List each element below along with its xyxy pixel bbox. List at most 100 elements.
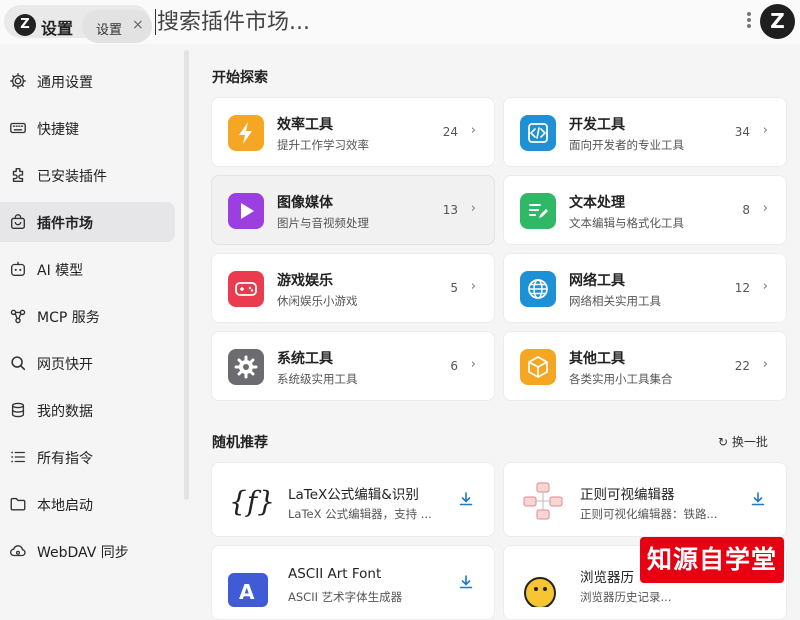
refresh-icon: ↻ [718, 435, 729, 449]
box-icon [520, 349, 556, 385]
shopping-bag-icon [11, 214, 25, 229]
download-icon[interactable] [458, 491, 474, 507]
main-content: 开始探索 效率工具 提升工作学习效率 24 › 开发工具 面向开发者的专业工具 … [196, 44, 800, 620]
chevron-right-icon: › [470, 279, 476, 294]
recommend-card-ascii[interactable]: A ASCII Art Font ASCII 艺术字体生成器 [211, 545, 495, 620]
category-desc: 文本编辑与格式化工具 [569, 216, 684, 230]
download-icon[interactable] [750, 491, 766, 507]
recommend-desc: LaTeX 公式编辑器，支持 ... [288, 507, 432, 521]
category-count: 22 [734, 359, 750, 373]
category-desc: 网络相关实用工具 [569, 294, 661, 308]
recommend-card-latex[interactable]: {f} LaTeX公式编辑&识别 LaTeX 公式编辑器，支持 ... [211, 462, 495, 537]
edit-icon [520, 193, 556, 229]
settings-icon [228, 349, 264, 385]
category-desc: 图片与音视频处理 [277, 216, 369, 230]
category-card-dev[interactable]: 开发工具 面向开发者的专业工具 34 › [503, 97, 787, 167]
section-title-recommend: 随机推荐 [212, 435, 268, 451]
watermark-badge: 知源自学堂 [640, 537, 784, 583]
avatar[interactable]: Z [760, 4, 795, 39]
sidebar-item-label: MCP 服务 [37, 310, 100, 326]
recommend-name: 正则可视编辑器 [580, 487, 675, 503]
sidebar-item-label: 快捷键 [37, 122, 79, 138]
category-card-system[interactable]: 系统工具 系统级实用工具 6 › [211, 331, 495, 401]
section-title-explore: 开始探索 [212, 70, 268, 86]
font-a-icon: A [228, 573, 268, 607]
sidebar-item-label: 本地启动 [37, 498, 93, 514]
chevron-right-icon: › [470, 201, 476, 216]
list-icon [11, 451, 25, 463]
category-name: 开发工具 [569, 117, 625, 133]
keyboard-icon [10, 122, 26, 134]
more-menu-icon[interactable] [744, 10, 754, 32]
sidebar-item-label: 我的数据 [37, 404, 93, 420]
gear-icon [10, 73, 26, 89]
sidebar-item-ai-model[interactable]: AI 模型 [0, 249, 175, 289]
sidebar-item-market[interactable]: 插件市场 [0, 202, 175, 242]
category-desc: 提升工作学习效率 [277, 138, 369, 152]
play-icon [228, 193, 264, 229]
category-card-games[interactable]: 游戏娱乐 休闲娱乐小游戏 5 › [211, 253, 495, 323]
category-card-text[interactable]: 文本处理 文本编辑与格式化工具 8 › [503, 175, 787, 245]
recommend-desc: 正则可视化编辑器：铁路... [580, 507, 718, 521]
recommend-desc: ASCII 艺术字体生成器 [288, 590, 403, 604]
category-desc: 面向开发者的专业工具 [569, 138, 684, 152]
code-icon [520, 115, 556, 151]
sidebar-item-web-quick[interactable]: 网页快开 [0, 343, 175, 383]
function-icon: {f} [229, 485, 275, 518]
sub-tab-label: 设置 [96, 23, 123, 38]
recommend-name: ASCII Art Font [288, 566, 382, 582]
sidebar-item-local-launch[interactable]: 本地启动 [0, 484, 175, 524]
close-icon[interactable]: × [132, 17, 144, 33]
search-input[interactable] [157, 6, 657, 38]
settings-tab[interactable]: Z 设置 设置 × [4, 5, 152, 43]
chevron-right-icon: › [470, 357, 476, 372]
sidebar-item-mcp[interactable]: MCP 服务 [0, 296, 175, 336]
app-logo: Z [14, 14, 36, 36]
sidebar-item-webdav[interactable]: WebDAV 同步 [0, 531, 175, 571]
category-count: 8 [742, 203, 750, 217]
category-count: 24 [442, 125, 458, 139]
sidebar-item-label: AI 模型 [37, 263, 84, 279]
sidebar: 通用设置 快捷键 已安装插件 插件市场 AI 模型 MCP 服务 网页快开 我的… [0, 44, 182, 592]
refresh-button[interactable]: ↻ 换一批 [718, 433, 768, 450]
sidebar-item-my-data[interactable]: 我的数据 [0, 390, 175, 430]
category-count: 13 [442, 203, 458, 217]
sidebar-item-label: WebDAV 同步 [37, 545, 129, 561]
sidebar-item-all-commands[interactable]: 所有指令 [0, 437, 175, 477]
sidebar-item-shortcuts[interactable]: 快捷键 [0, 108, 175, 148]
sidebar-item-general[interactable]: 通用设置 [0, 61, 175, 101]
recommend-desc: 浏览器历史记录... [580, 590, 672, 604]
category-card-media[interactable]: 图像媒体 图片与音视频处理 13 › [211, 175, 495, 245]
category-name: 游戏娱乐 [277, 273, 333, 289]
category-name: 文本处理 [569, 195, 625, 211]
category-card-other[interactable]: 其他工具 各类实用小工具集合 22 › [503, 331, 787, 401]
sub-tab[interactable]: 设置 × [82, 10, 152, 43]
category-name: 其他工具 [569, 351, 625, 367]
category-desc: 各类实用小工具集合 [569, 372, 673, 386]
sidebar-item-installed[interactable]: 已安装插件 [0, 155, 175, 195]
chevron-right-icon: › [762, 201, 768, 216]
robot-icon [11, 261, 25, 276]
category-count: 6 [450, 359, 458, 373]
category-card-efficiency[interactable]: 效率工具 提升工作学习效率 24 › [211, 97, 495, 167]
category-card-network[interactable]: 网络工具 网络相关实用工具 12 › [503, 253, 787, 323]
recommend-card-regex[interactable]: 正则可视编辑器 正则可视化编辑器：铁路... [503, 462, 787, 537]
sidebar-item-label: 已安装插件 [37, 169, 107, 185]
globe-icon [520, 271, 556, 307]
category-count: 12 [734, 281, 750, 295]
sidebar-item-label: 网页快开 [37, 357, 93, 373]
plugin-icon [12, 168, 24, 182]
download-icon[interactable] [458, 574, 474, 590]
regex-diagram-icon [523, 482, 563, 520]
sidebar-item-label: 通用设置 [37, 75, 93, 91]
sidebar-scrollbar[interactable] [184, 50, 189, 500]
category-desc: 休闲娱乐小游戏 [277, 294, 358, 308]
gamepad-icon [228, 271, 264, 307]
search-icon [11, 356, 26, 371]
chick-icon [524, 577, 556, 607]
sidebar-item-label: 所有指令 [37, 451, 93, 467]
refresh-label: 换一批 [731, 435, 768, 449]
category-name: 效率工具 [277, 117, 333, 133]
svg-text:A: A [239, 580, 255, 604]
lightning-icon [228, 115, 264, 151]
